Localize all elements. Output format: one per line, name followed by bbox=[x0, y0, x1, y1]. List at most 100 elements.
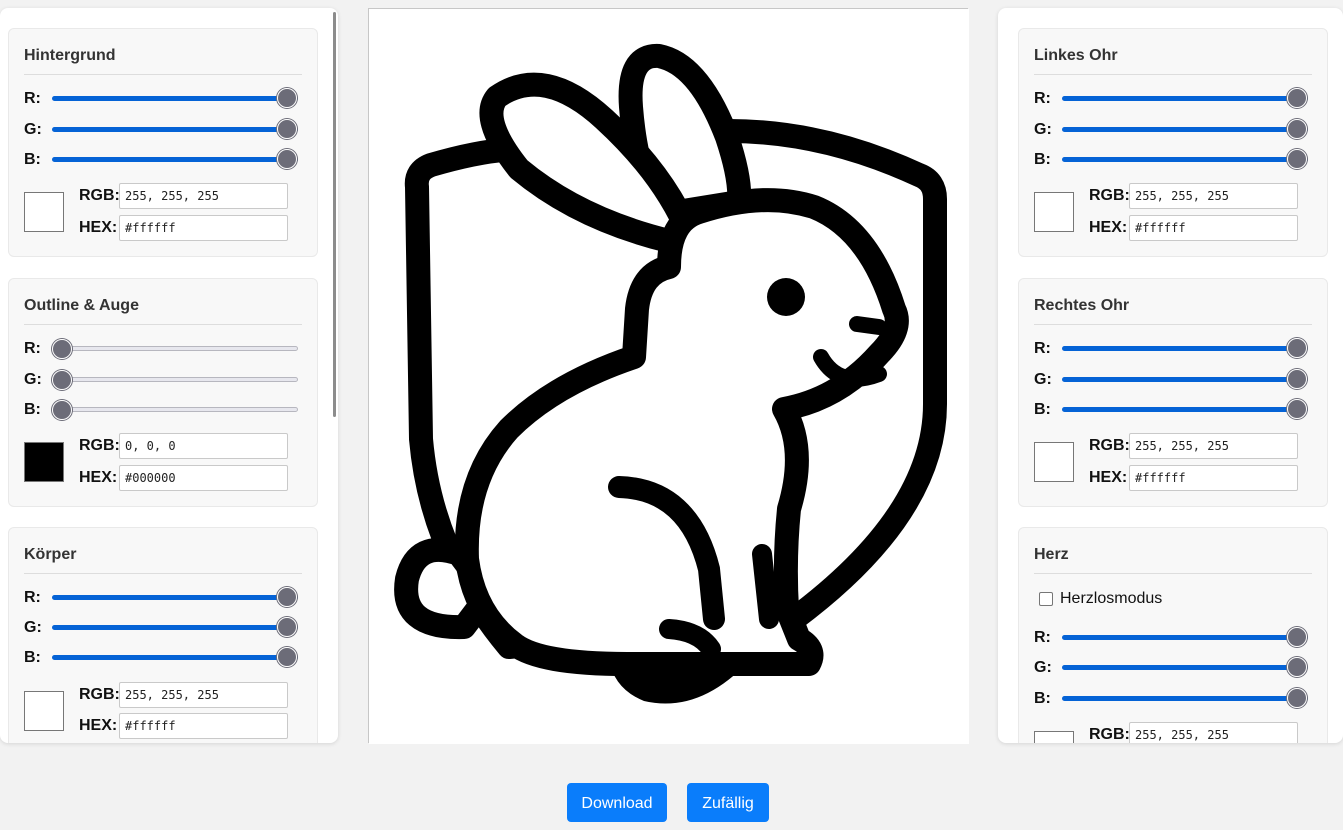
slider-row-b: B: bbox=[24, 149, 304, 171]
slider-thumb-b[interactable] bbox=[277, 647, 297, 667]
left-control-panel[interactable]: Hintergrund R: G: B: RGB: 255, 255, 255 … bbox=[0, 8, 338, 743]
slider-thumb-g[interactable] bbox=[1287, 369, 1307, 389]
hex-input[interactable]: #ffffff bbox=[119, 215, 288, 241]
rgb-input[interactable]: 255, 255, 255 bbox=[1129, 722, 1298, 743]
color-swatch bbox=[24, 192, 64, 232]
slider-thumb-g[interactable] bbox=[1287, 119, 1307, 139]
channel-label-r: R: bbox=[24, 90, 41, 107]
slider-thumb-b[interactable] bbox=[52, 400, 72, 420]
rgb-label: RGB: bbox=[79, 686, 120, 703]
slider-thumb-b[interactable] bbox=[1287, 399, 1307, 419]
section-outline-eye: Outline & Auge R: G: B: RGB: 0, 0, 0 HEX… bbox=[8, 278, 318, 507]
slider-track-g[interactable] bbox=[52, 617, 298, 637]
heartless-mode-checkbox[interactable] bbox=[1039, 592, 1053, 606]
rabbit-shield-illustration bbox=[369, 9, 969, 744]
section-title: Outline & Auge bbox=[24, 297, 302, 325]
section-title: Linkes Ohr bbox=[1034, 47, 1312, 75]
color-swatch bbox=[1034, 731, 1074, 743]
channel-label-g: G: bbox=[1034, 371, 1052, 388]
slider-row-r: R: bbox=[24, 587, 304, 609]
channel-label-g: G: bbox=[1034, 121, 1052, 138]
slider-track-r[interactable] bbox=[1062, 338, 1308, 358]
channel-label-b: B: bbox=[24, 151, 41, 168]
slider-thumb-g[interactable] bbox=[277, 617, 297, 637]
slider-track-r[interactable] bbox=[1062, 627, 1308, 647]
slider-thumb-b[interactable] bbox=[277, 149, 297, 169]
rgb-input[interactable]: 0, 0, 0 bbox=[119, 433, 288, 459]
slider-row-r: R: bbox=[1034, 88, 1314, 110]
channel-label-r: R: bbox=[24, 589, 41, 606]
slider-row-g: G: bbox=[24, 617, 304, 639]
slider-track-b[interactable] bbox=[52, 647, 298, 667]
slider-track-b[interactable] bbox=[52, 149, 298, 169]
slider-thumb-r[interactable] bbox=[1287, 627, 1307, 647]
slider-row-b: B: bbox=[24, 647, 304, 669]
section-left-ear: Linkes Ohr R: G: B: RGB: 255, 255, 255 H… bbox=[1018, 28, 1328, 257]
channel-label-r: R: bbox=[24, 340, 41, 357]
slider-track-b[interactable] bbox=[1062, 399, 1308, 419]
slider-row-g: G: bbox=[1034, 657, 1314, 679]
slider-track-r[interactable] bbox=[52, 339, 298, 359]
rgb-label: RGB: bbox=[79, 187, 120, 204]
slider-thumb-r[interactable] bbox=[277, 587, 297, 607]
slider-thumb-b[interactable] bbox=[1287, 149, 1307, 169]
download-button[interactable]: Download bbox=[567, 783, 667, 822]
section-title: Rechtes Ohr bbox=[1034, 297, 1312, 325]
slider-thumb-r[interactable] bbox=[277, 88, 297, 108]
slider-track-g[interactable] bbox=[52, 119, 298, 139]
channel-label-g: G: bbox=[24, 619, 42, 636]
right-control-panel[interactable]: Linkes Ohr R: G: B: RGB: 255, 255, 255 H… bbox=[998, 8, 1343, 743]
channel-label-g: G: bbox=[24, 121, 42, 138]
slider-row-r: R: bbox=[1034, 338, 1314, 360]
slider-row-g: G: bbox=[1034, 119, 1314, 141]
hex-input[interactable]: #ffffff bbox=[1129, 465, 1298, 491]
rgb-input[interactable]: 255, 255, 255 bbox=[119, 682, 288, 708]
left-panel-scrollbar[interactable] bbox=[333, 12, 336, 417]
slider-row-b: B: bbox=[1034, 688, 1314, 710]
slider-row-b: B: bbox=[1034, 399, 1314, 421]
eye-shape bbox=[767, 278, 805, 316]
rgb-input[interactable]: 255, 255, 255 bbox=[119, 183, 288, 209]
random-button[interactable]: Zufällig bbox=[687, 783, 769, 822]
slider-track-b[interactable] bbox=[1062, 149, 1308, 169]
slider-row-g: G: bbox=[24, 119, 304, 141]
slider-row-g: G: bbox=[1034, 369, 1314, 391]
front-leg-line bbox=[752, 544, 779, 629]
section-background: Hintergrund R: G: B: RGB: 255, 255, 255 … bbox=[8, 28, 318, 257]
slider-track-r[interactable] bbox=[1062, 88, 1308, 108]
section-right-ear: Rechtes Ohr R: G: B: RGB: 255, 255, 255 … bbox=[1018, 278, 1328, 507]
nose-line bbox=[849, 316, 887, 335]
section-heart: Herz Herzlosmodus R: G: B: RGB: 255, 255… bbox=[1018, 527, 1328, 743]
slider-thumb-g[interactable] bbox=[1287, 657, 1307, 677]
rgb-input[interactable]: 255, 255, 255 bbox=[1129, 183, 1298, 209]
hex-label: HEX: bbox=[1089, 219, 1128, 236]
slider-track-b[interactable] bbox=[1062, 688, 1308, 708]
channel-label-r: R: bbox=[1034, 90, 1051, 107]
slider-track-g[interactable] bbox=[1062, 657, 1308, 677]
slider-track-r[interactable] bbox=[52, 587, 298, 607]
channel-label-g: G: bbox=[1034, 659, 1052, 676]
slider-track-r[interactable] bbox=[52, 88, 298, 108]
rgb-input[interactable]: 255, 255, 255 bbox=[1129, 433, 1298, 459]
hex-label: HEX: bbox=[79, 469, 118, 486]
slider-track-b[interactable] bbox=[52, 400, 298, 420]
channel-label-g: G: bbox=[24, 371, 42, 388]
hex-input[interactable]: #ffffff bbox=[119, 713, 288, 739]
slider-thumb-b[interactable] bbox=[1287, 688, 1307, 708]
slider-track-g[interactable] bbox=[52, 370, 298, 390]
color-swatch bbox=[24, 442, 64, 482]
slider-track-g[interactable] bbox=[1062, 119, 1308, 139]
slider-track-g[interactable] bbox=[1062, 369, 1308, 389]
slider-thumb-g[interactable] bbox=[277, 119, 297, 139]
slider-thumb-r[interactable] bbox=[52, 339, 72, 359]
hex-input[interactable]: #000000 bbox=[119, 465, 288, 491]
channel-label-b: B: bbox=[1034, 151, 1051, 168]
rgb-label: RGB: bbox=[1089, 187, 1130, 204]
slider-thumb-r[interactable] bbox=[1287, 338, 1307, 358]
slider-thumb-r[interactable] bbox=[1287, 88, 1307, 108]
slider-row-r: R: bbox=[1034, 627, 1314, 649]
hex-input[interactable]: #ffffff bbox=[1129, 215, 1298, 241]
channel-label-r: R: bbox=[1034, 340, 1051, 357]
color-swatch bbox=[24, 691, 64, 731]
slider-thumb-g[interactable] bbox=[52, 370, 72, 390]
